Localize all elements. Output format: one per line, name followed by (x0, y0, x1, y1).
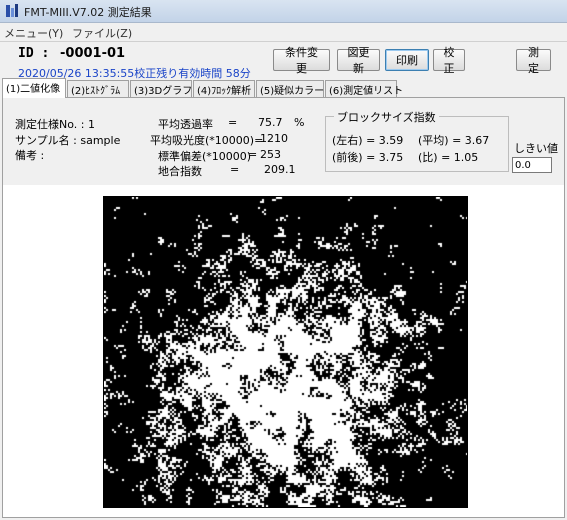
block-size-average: (平均) = 3.67 (418, 134, 490, 147)
remarks: 備考 : (15, 149, 45, 162)
block-size-title: ブロックサイズ指数 (334, 109, 439, 125)
binary-image (103, 196, 468, 508)
tab-binary-image[interactable]: (1)二値化像 (2, 78, 66, 98)
threshold-label: しきい値 (514, 142, 558, 155)
redraw-button[interactable]: 図更新 (337, 46, 380, 75)
menu-item-menu[interactable]: メニュー(Y) (4, 25, 63, 41)
avg-transmittance-value: 75.7 (258, 116, 283, 129)
threshold-input[interactable] (512, 157, 552, 173)
tab-3d-graph[interactable]: (3)3Dグラフ (130, 80, 192, 97)
title-bar: FMT-MIII.V7.02 測定結果 (0, 0, 567, 23)
measure-button[interactable]: 測定 (516, 46, 551, 75)
tab-bar: (1)二値化像 (2)ﾋｽﾄｸﾞﾗﾑ (3)3Dグラフ (4)ﾌﾛｯｸ解析 (5… (0, 78, 567, 98)
avg-absorbance-value: 1210 (260, 132, 288, 145)
avg-transmittance-label: 平均透過率 (158, 118, 213, 131)
tab-histogram[interactable]: (2)ﾋｽﾄｸﾞﾗﾑ (67, 80, 129, 97)
menu-bar: メニュー(Y) ファイル(Z) (0, 23, 567, 42)
block-size-ratio: (比) = 1.05 (418, 151, 479, 164)
formation-index-label: 地合指数 (158, 165, 202, 178)
std-dev-eq: = (248, 148, 258, 161)
block-size-left-right: (左右) = 3.59 (332, 134, 404, 147)
std-dev-label: 標準偏差(*10000) (158, 150, 252, 163)
std-dev-value: 253 (260, 148, 281, 161)
change-conditions-button[interactable]: 条件変更 (273, 46, 330, 75)
tab-pseudo-color[interactable]: (5)疑似カラー (256, 80, 324, 97)
tab-flock-analysis[interactable]: (4)ﾌﾛｯｸ解析 (193, 80, 255, 97)
formation-index-eq: = (230, 163, 240, 176)
id-value: -0001-01 (60, 46, 126, 61)
menu-item-file[interactable]: ファイル(Z) (72, 25, 132, 41)
spec-number: 測定仕様No. : 1 (15, 118, 95, 131)
calibrate-button[interactable]: 校正 (433, 46, 465, 75)
avg-transmittance-eq: = (228, 116, 238, 129)
avg-transmittance-unit: % (294, 116, 305, 129)
window-title: FMT-MIII.V7.02 測定結果 (24, 6, 152, 19)
block-size-front-back: (前後) = 3.75 (332, 151, 404, 164)
app-icon (6, 4, 18, 17)
print-button[interactable]: 印刷 (385, 49, 429, 71)
id-label: ID : (18, 46, 50, 61)
avg-absorbance-label: 平均吸光度(*10000)= (150, 134, 264, 147)
formation-index-value: 209.1 (264, 163, 296, 176)
tab-measurement-list[interactable]: (6)測定値リスト (325, 80, 403, 97)
binary-image-canvas (104, 197, 467, 507)
sample-name: サンプル名 : sample (15, 134, 121, 147)
